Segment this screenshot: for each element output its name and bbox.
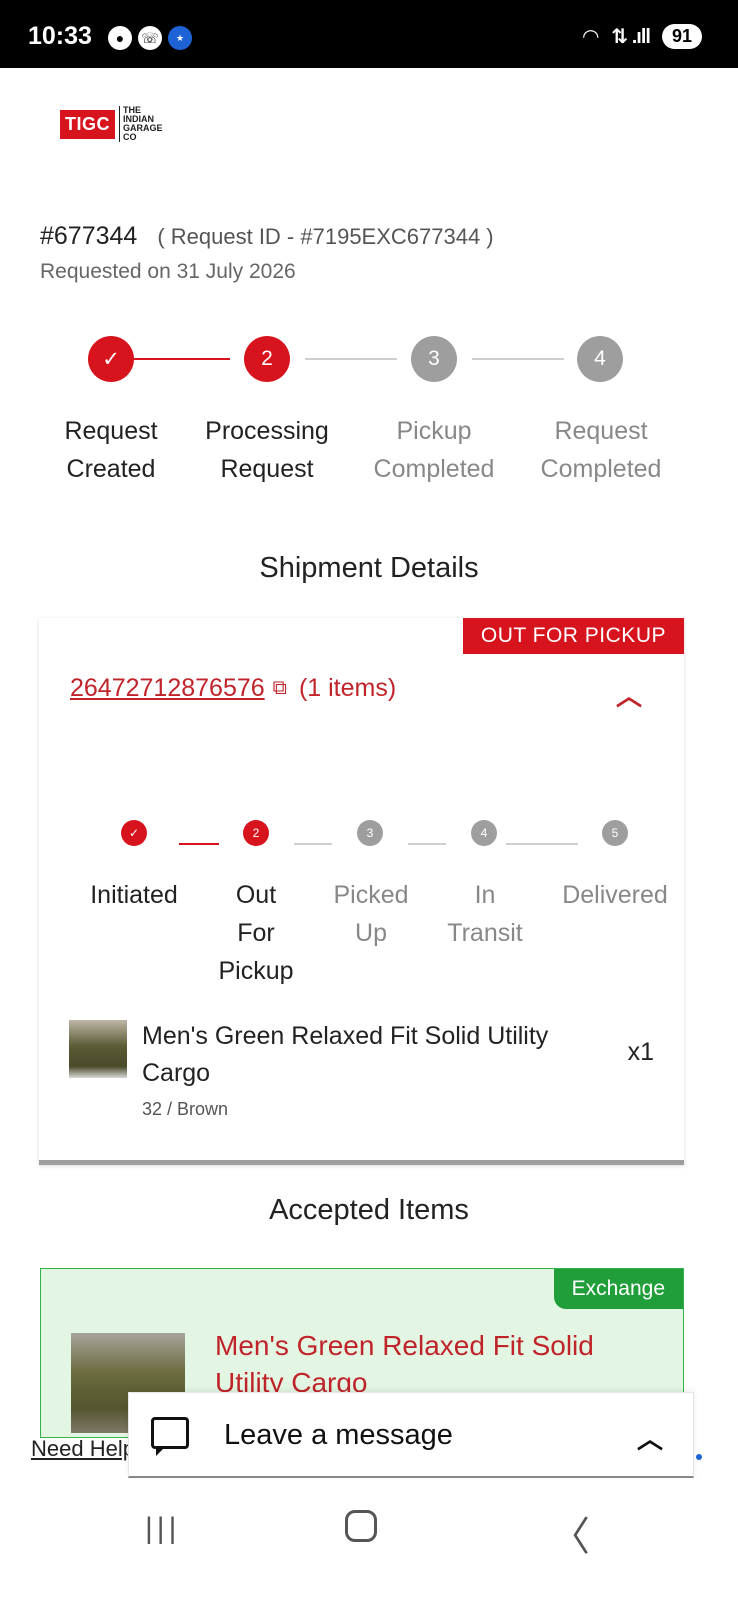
step-1-check-icon: ✓ [88,336,134,382]
shipment-step-2-circle: 2 [243,820,269,846]
message-icon [151,1417,189,1456]
step-connector [134,358,230,360]
shipment-step-connector [179,843,219,845]
indicator-dot [696,1454,702,1460]
chat-widget-bar[interactable]: Leave a message ︿ [128,1392,694,1478]
exchange-badge: Exchange [553,1269,683,1309]
shipment-status-badge: OUT FOR PICKUP [462,618,684,654]
chat-label: Leave a message [224,1419,453,1451]
product-quantity: x1 [627,1038,654,1066]
shipment-step-1-label: Initiated [90,881,178,909]
external-link-icon[interactable]: ⧉ [273,677,287,700]
app-badge-icon: ★ [168,26,192,50]
recent-apps-icon[interactable]: ||| [145,1512,180,1546]
status-bar: 10:33 ● ☏ ★ ◠ ⇅ .ıll 91 [0,0,738,68]
step-3-label: Pickup Completed [373,417,495,483]
tracking-number-link[interactable]: 26472712876576 [70,674,265,703]
step-2-circle: 2 [244,336,290,382]
step-connector [305,358,397,360]
chat-bubble-icon: ● [108,26,132,50]
shipment-step-2-label: Out For Pickup [218,881,294,985]
shipment-step-connector [294,843,332,845]
shipment-step-connector [506,843,578,845]
home-icon[interactable] [345,1510,377,1542]
shipment-step-4-circle: 4 [471,820,497,846]
step-1-label: Request Created [64,417,158,483]
logo-subtext: THE INDIAN GARAGE CO [119,106,163,142]
signal-icon: ⇅ .ıll [611,26,651,48]
chevron-up-icon[interactable]: ︿ [616,676,642,713]
logo-badge: TIGC [60,109,115,139]
shipment-step-5-circle: 5 [602,820,628,846]
step-3-circle: 3 [411,336,457,382]
order-number: #677344 [40,222,138,250]
shipment-step-3-circle: 3 [357,820,383,846]
wifi-icon: ◠ [581,26,600,48]
clock: 10:33 [28,22,92,50]
tracking-row: 26472712876576 ⧉ (1 items) [70,674,396,703]
back-icon[interactable]: 〈 [550,1504,590,1562]
request-header: #677344 ( Request ID - #7195EXC677344 ) [40,222,494,251]
shipment-section-title: Shipment Details [259,552,479,584]
accepted-product-name: Men's Green Relaxed Fit Solid Utility Ca… [215,1330,594,1398]
product-thumbnail [69,1020,127,1078]
shipment-step-4-label: In Transit [447,881,523,947]
shipment-step-1-check-icon: ✓ [121,820,147,846]
chevron-up-icon[interactable]: ︿ [637,1419,663,1456]
shipment-card: OUT FOR PICKUP 26472712876576 ⧉ (1 items… [39,618,684,1165]
request-id: ( Request ID - #7195EXC677344 ) [157,224,494,249]
shipment-step-connector [408,843,446,845]
product-variant: 32 / Brown [142,1099,229,1119]
accepted-section-title: Accepted Items [269,1194,469,1226]
step-connector [472,358,564,360]
items-count: (1 items) [298,674,397,702]
product-name: Men's Green Relaxed Fit Solid Utility Ca… [142,1022,549,1087]
brand-logo[interactable]: TIGC THE INDIAN GARAGE CO [60,106,163,142]
system-navigation-bar: ||| 〈 [0,1480,738,1600]
shipment-step-5-label: Delivered [562,881,668,909]
whatsapp-icon: ☏ [138,26,162,50]
step-4-label: Request Completed [540,417,662,483]
battery-indicator: 91 [661,24,702,49]
notification-icons: ● ☏ ★ [108,26,192,50]
request-date: Requested on 31 July 2026 [40,260,296,283]
shipment-step-3-label: Picked Up [333,881,409,947]
step-2-label: Processing Request [205,417,329,483]
step-4-circle: 4 [577,336,623,382]
